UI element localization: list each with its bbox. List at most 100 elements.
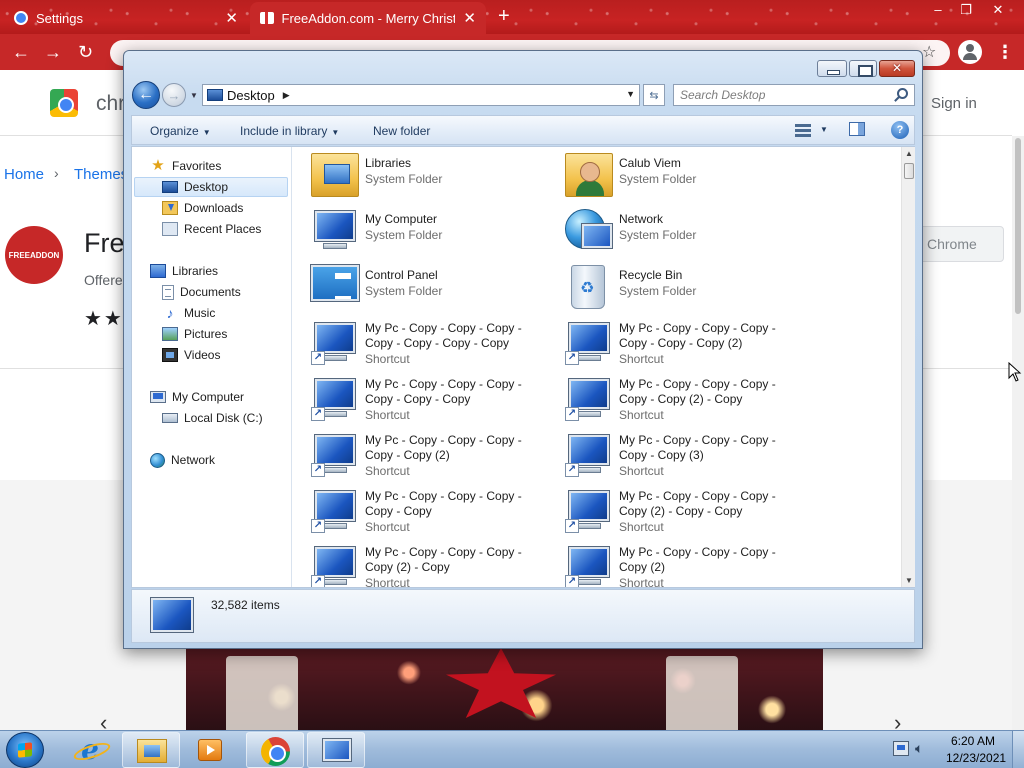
refresh-icon[interactable]: ⇆: [643, 84, 665, 106]
address-segment-desktop[interactable]: Desktop: [227, 88, 275, 103]
list-item[interactable]: My Computer System Folder: [301, 203, 541, 255]
shortcut-computer-icon: ↗: [565, 377, 613, 421]
web-store-logo-icon[interactable]: [50, 89, 78, 117]
address-history-dropdown-icon[interactable]: ▼: [626, 89, 635, 99]
nav-label: My Computer: [172, 390, 245, 404]
volume-icon[interactable]: 🔈︎: [915, 741, 931, 756]
forward-arrow-icon[interactable]: →: [44, 42, 62, 63]
computer-icon: [311, 209, 359, 253]
list-item[interactable]: ↗ My Pc - Copy - Copy - Copy - Copy - Co…: [555, 427, 795, 479]
organize-button[interactable]: Organize ▼: [150, 124, 211, 138]
network-tray-icon[interactable]: [893, 741, 909, 756]
search-input[interactable]: [680, 87, 880, 103]
chevron-down-icon[interactable]: ▼: [820, 125, 828, 134]
list-item[interactable]: ↗ My Pc - Copy - Copy - Copy - Copy - Co…: [301, 371, 541, 423]
list-item[interactable]: ↗ My Pc - Copy - Copy - Copy - Copy (2) …: [555, 483, 795, 535]
explorer-address-bar[interactable]: Desktop ▶ ▼: [202, 84, 640, 106]
clock-time[interactable]: 6:20 AM: [951, 734, 995, 748]
list-item[interactable]: ↗ My Pc - Copy - Copy - Copy - Copy - Co…: [301, 427, 541, 479]
close-icon[interactable]: ✕: [225, 9, 238, 27]
nav-recent-places[interactable]: Recent Places: [162, 219, 261, 239]
include-in-library-button[interactable]: Include in library ▼: [240, 124, 339, 138]
list-item[interactable]: ↗ My Pc - Copy - Copy - Copy - Copy (2) …: [301, 539, 541, 587]
internet-explorer-taskbar-button[interactable]: e: [62, 732, 120, 768]
recent-pages-dropdown-icon[interactable]: ▼: [190, 91, 198, 100]
list-item[interactable]: Libraries System Folder: [301, 147, 541, 199]
breadcrumb-themes[interactable]: Themes: [74, 166, 128, 183]
new-tab-button[interactable]: +: [498, 6, 510, 26]
forward-arrow-icon[interactable]: →: [162, 83, 186, 107]
videos-icon: [162, 348, 178, 362]
nav-videos[interactable]: Videos: [162, 345, 220, 365]
show-desktop-button[interactable]: [1012, 731, 1024, 768]
tab-freeaddon[interactable]: FreeAddon.com - Merry Christm ✕: [250, 2, 486, 34]
minimize-button[interactable]: –: [924, 0, 952, 20]
list-item[interactable]: ↗ My Pc - Copy - Copy - Copy - Copy (2) …: [555, 539, 795, 587]
nav-desktop[interactable]: Desktop: [134, 177, 288, 197]
bookmark-star-icon[interactable]: ☆: [922, 42, 936, 62]
explorer-taskbar-button[interactable]: [122, 732, 180, 768]
mouse-pointer-icon: [1008, 361, 1022, 385]
list-item[interactable]: ↗ My Pc - Copy - Copy - Copy - Copy - Co…: [301, 483, 541, 535]
more-menu-icon[interactable]: ⋮: [996, 42, 1014, 63]
media-player-taskbar-button[interactable]: [182, 732, 240, 768]
window-close-button[interactable]: ✕: [984, 0, 1012, 20]
clock-date[interactable]: 12/23/2021: [946, 751, 1006, 765]
reload-icon[interactable]: ↻: [78, 42, 93, 63]
nav-network[interactable]: Network: [150, 450, 215, 470]
tab-settings[interactable]: Settings ✕: [4, 2, 248, 34]
nav-local-disk[interactable]: Local Disk (C:): [162, 408, 263, 428]
item-count: 32,582 items: [211, 598, 280, 612]
explorer-body: ★ Favorites Desktop Downloads Recent Plac…: [131, 146, 915, 588]
breadcrumb-arrow-icon[interactable]: ▶: [283, 90, 290, 101]
item-name: Network: [619, 212, 664, 226]
scroll-up-icon[interactable]: ▲: [905, 149, 913, 158]
chevron-down-icon: ▼: [202, 128, 211, 137]
search-icon[interactable]: [897, 88, 908, 99]
nav-libraries[interactable]: Libraries: [150, 261, 218, 281]
sign-in-link[interactable]: Sign in: [931, 95, 977, 112]
extension-offered-by: Offere: [84, 272, 123, 288]
preview-pane-icon[interactable]: [849, 122, 865, 136]
explorer-minimize-button[interactable]: [817, 60, 847, 77]
nav-my-computer[interactable]: My Computer: [150, 387, 244, 407]
search-box[interactable]: [673, 84, 915, 106]
nav-music[interactable]: ♪ Music: [162, 303, 216, 323]
back-arrow-icon[interactable]: ←: [132, 81, 160, 109]
shortcut-arrow-icon: ↗: [565, 519, 579, 533]
nav-documents[interactable]: Documents: [162, 282, 241, 302]
chrome-taskbar-button[interactable]: [246, 732, 304, 768]
file-list-scrollbar[interactable]: ▲ ▼: [901, 147, 915, 587]
profile-avatar-icon[interactable]: [958, 40, 982, 64]
change-view-icon[interactable]: [795, 124, 811, 137]
scrollbar-thumb[interactable]: [904, 163, 914, 179]
explorer-maximize-button[interactable]: [849, 60, 877, 77]
close-icon[interactable]: ✕: [463, 9, 476, 27]
new-folder-button[interactable]: New folder: [373, 124, 430, 138]
start-button[interactable]: [6, 732, 44, 768]
list-item[interactable]: Control Panel System Folder: [301, 259, 541, 311]
shortcut-arrow-icon: ↗: [565, 351, 579, 365]
shortcut-arrow-icon: ↗: [311, 407, 325, 421]
control-panel-taskbar-button[interactable]: [307, 732, 365, 768]
back-arrow-icon[interactable]: ←: [12, 42, 30, 63]
list-item[interactable]: Calub Viem System Folder: [555, 147, 795, 199]
shortcut-computer-icon: ↗: [311, 489, 359, 533]
item-name: Control Panel: [365, 268, 438, 282]
scroll-down-icon[interactable]: ▼: [905, 576, 913, 585]
breadcrumb-home[interactable]: Home: [4, 166, 44, 183]
list-item[interactable]: ↗ My Pc - Copy - Copy - Copy - Copy - Co…: [555, 315, 795, 367]
explorer-close-button[interactable]: [879, 60, 915, 77]
nav-pictures[interactable]: Pictures: [162, 324, 227, 344]
nav-favorites[interactable]: ★ Favorites: [150, 156, 221, 176]
list-item[interactable]: ↗ My Pc - Copy - Copy - Copy - Copy - Co…: [301, 315, 541, 367]
list-item[interactable]: ↗ My Pc - Copy - Copy - Copy - Copy - Co…: [555, 371, 795, 423]
help-icon[interactable]: ?: [891, 121, 909, 139]
nav-downloads[interactable]: Downloads: [162, 198, 243, 218]
item-name: My Pc - Copy - Copy - Copy - Copy - Copy…: [619, 377, 776, 406]
list-item[interactable]: Network System Folder: [555, 203, 795, 255]
list-item[interactable]: Recycle Bin System Folder: [555, 259, 795, 311]
restore-button[interactable]: ❐: [952, 0, 980, 20]
shortcut-computer-icon: ↗: [565, 545, 613, 587]
page-scrollbar[interactable]: [1012, 136, 1024, 730]
